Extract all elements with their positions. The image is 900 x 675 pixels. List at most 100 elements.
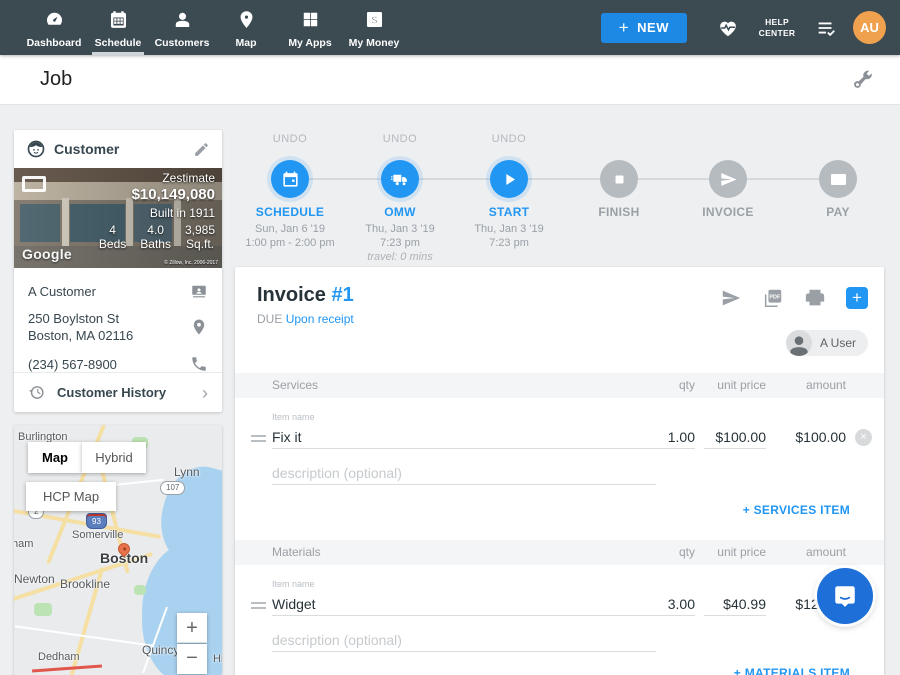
assigned-user-avatar-icon <box>786 330 812 356</box>
travel-time: travel: 0 mins <box>367 251 432 263</box>
material-item-unit-price-input[interactable] <box>704 592 766 616</box>
health-heart-icon[interactable] <box>717 17 739 39</box>
step-label[interactable]: START <box>454 205 564 219</box>
map-type-button-hybrid[interactable]: Hybrid <box>82 442 146 473</box>
assigned-user-pill[interactable]: A User <box>786 330 868 356</box>
phone-icon[interactable] <box>190 355 208 373</box>
nav-tab-label: Dashboard <box>27 37 82 49</box>
nav-tab-my-money[interactable]: $ My Money <box>342 0 406 55</box>
add-services-item-link[interactable]: + SERVICES ITEM <box>743 503 850 517</box>
nav-tab-label: My Money <box>349 37 400 49</box>
customer-card: Customer Zestimate $10,149,080 Built in … <box>14 130 222 412</box>
service-item-name-input[interactable] <box>272 425 656 449</box>
finish-step-button[interactable] <box>600 160 638 198</box>
map-label-quincy: Quincy <box>142 643 179 657</box>
start-step-button[interactable] <box>490 160 528 198</box>
timeline-step-start: UNDO START Thu, Jan 3 '197:23 pm <box>454 133 564 250</box>
undo-link[interactable]: UNDO <box>454 133 564 147</box>
send-invoice-icon[interactable] <box>720 287 742 309</box>
contact-card-icon[interactable] <box>190 282 208 300</box>
sqft-label: Sq.ft. <box>185 237 215 251</box>
timeline-step-pay: PAY <box>783 133 893 219</box>
map-label-brookline: Brookline <box>60 577 110 591</box>
drag-handle-icon[interactable] <box>251 435 266 445</box>
invoice-number[interactable]: #1 <box>331 284 353 306</box>
material-item-description-input[interactable] <box>272 628 656 652</box>
pay-step-button[interactable] <box>819 160 857 198</box>
nav-tab-label: My Apps <box>288 37 331 49</box>
property-photo: Zestimate $10,149,080 Built in 1911 4Bed… <box>14 168 222 268</box>
section-name: Services <box>272 378 318 392</box>
service-item-amount: $100.00 <box>766 429 846 445</box>
drag-handle-icon[interactable] <box>251 602 266 612</box>
add-materials-item-link[interactable]: + MATERIALS ITEM <box>734 666 850 675</box>
map-label-waltham-partial: ham <box>14 538 33 550</box>
step-label[interactable]: INVOICE <box>673 205 783 219</box>
step-label[interactable]: FINISH <box>564 205 674 219</box>
material-item-name-input[interactable] <box>272 592 656 616</box>
map-zoom-out-button[interactable]: − <box>177 644 207 674</box>
chat-fab-button[interactable] <box>817 568 873 624</box>
nav-tab-label: Customers <box>155 37 210 49</box>
svg-text:PDF: PDF <box>769 294 781 300</box>
remove-item-icon[interactable]: × <box>855 429 872 446</box>
step-label[interactable]: SCHEDULE <box>235 205 345 219</box>
top-nav-right: + NEW HELP CENTER AU <box>601 11 886 44</box>
new-button[interactable]: + NEW <box>601 13 687 43</box>
item-name-label: Item name <box>272 412 315 422</box>
materials-section-header: Materials qty unit price amount <box>235 540 884 565</box>
map-type-button-map[interactable]: Map <box>28 442 82 473</box>
map-label-right-partial: Hi <box>213 653 222 665</box>
add-invoice-item-button[interactable]: + <box>846 287 868 309</box>
nav-tab-schedule[interactable]: Schedule <box>86 0 150 55</box>
nav-tab-my-apps[interactable]: My Apps <box>278 0 342 55</box>
undo-link[interactable]: UNDO <box>345 133 455 147</box>
customer-history-row[interactable]: Customer History › <box>14 372 222 412</box>
nav-tab-map[interactable]: Map <box>214 0 278 55</box>
route-107-shield: 107 <box>160 481 185 495</box>
customer-name-row: A Customer <box>14 280 222 302</box>
person-icon <box>173 10 192 34</box>
zillow-credit: © Zillow, Inc. 2006-2017 <box>164 260 218 266</box>
print-icon[interactable] <box>804 287 826 309</box>
material-item-qty-input[interactable] <box>640 592 695 616</box>
help-center-link[interactable]: HELP CENTER <box>755 17 799 38</box>
omw-step-button[interactable] <box>381 160 419 198</box>
map-zoom-in-button[interactable]: + <box>177 613 207 643</box>
customer-card-header: Customer <box>14 130 222 168</box>
due-value-link[interactable]: Upon receipt <box>286 312 354 326</box>
zestimate-label: Zestimate <box>99 171 215 185</box>
page-header: Job <box>0 55 900 105</box>
map-panel[interactable]: Burlington Lynn 107 2 93 Somerville ham … <box>14 425 222 675</box>
pdf-icon[interactable]: PDF <box>762 287 784 309</box>
edit-pencil-icon[interactable] <box>193 141 210 158</box>
item-name-label: Item name <box>272 579 315 589</box>
step-label[interactable]: OMW <box>345 205 455 219</box>
invoice-step-button[interactable] <box>709 160 747 198</box>
undo-link[interactable]: UNDO <box>235 133 345 147</box>
invoice-card: Invoice #1 DUE Upon receipt PDF + A User… <box>235 267 884 675</box>
job-tools-icon[interactable] <box>850 68 874 92</box>
nav-tab-dashboard[interactable]: Dashboard <box>22 0 86 55</box>
service-item-unit-price-input[interactable] <box>704 425 766 449</box>
location-pin-icon[interactable] <box>190 318 208 336</box>
service-item-description-input[interactable] <box>272 461 656 485</box>
plus-icon: + <box>619 18 629 38</box>
customer-address: 250 Boylston St Boston, MA 02116 <box>28 310 133 344</box>
nav-tab-customers[interactable]: Customers <box>150 0 214 55</box>
step-detail: Thu, Jan 3 '197:23 pmtravel: 0 mins <box>345 222 455 264</box>
map-type-button-hcp[interactable]: HCP Map <box>26 482 116 511</box>
schedule-step-button[interactable] <box>271 160 309 198</box>
user-avatar[interactable]: AU <box>853 11 886 44</box>
property-stats: 4Beds 4.0Baths 3,985Sq.ft. <box>99 223 215 251</box>
checklist-icon[interactable] <box>815 17 837 39</box>
service-item-qty-input[interactable] <box>640 425 695 449</box>
address-line2: Boston, MA 02116 <box>28 328 133 343</box>
amount-column-header: amount <box>776 545 846 559</box>
timeline-step-invoice: INVOICE <box>673 133 783 219</box>
step-label[interactable]: PAY <box>783 205 893 219</box>
step-detail: Thu, Jan 3 '197:23 pm <box>454 222 564 250</box>
map-pin-icon <box>237 10 256 34</box>
play-icon <box>500 170 519 189</box>
street-view-toggle-icon[interactable] <box>22 176 46 192</box>
